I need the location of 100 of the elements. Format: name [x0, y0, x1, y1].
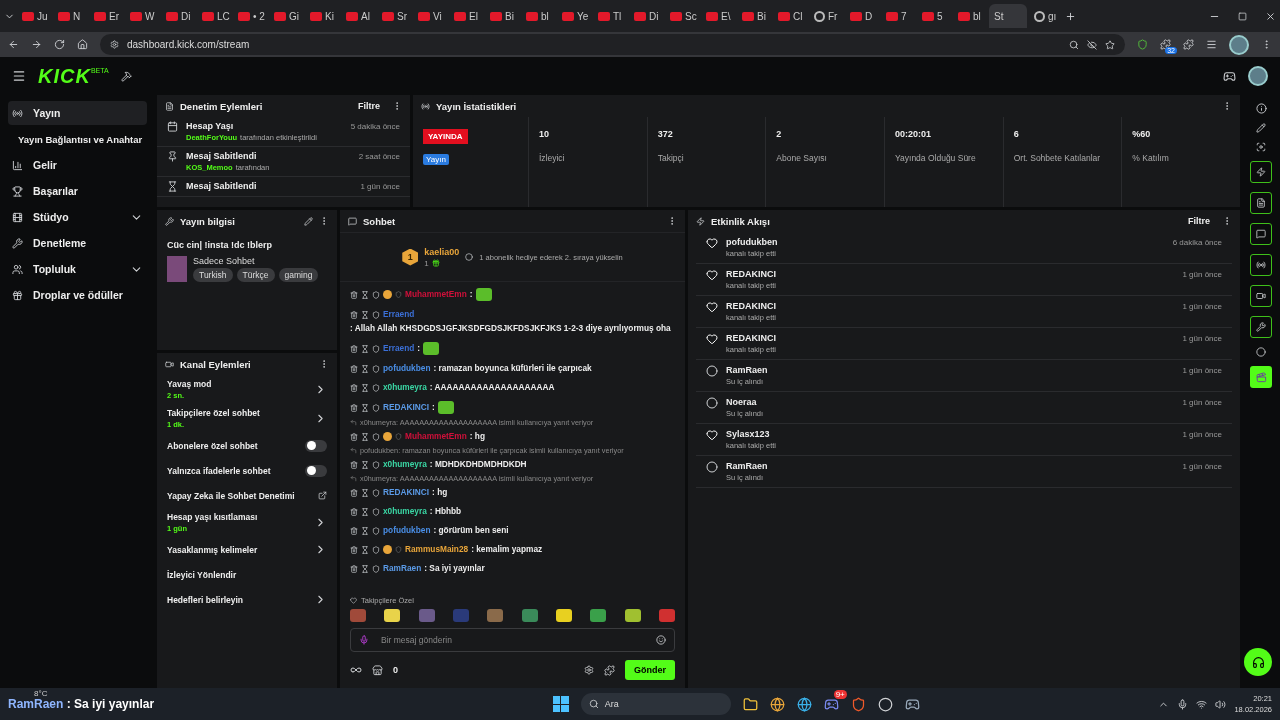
channel-action-item[interactable]: Abonelere özel sohbet [157, 433, 337, 458]
user-name[interactable]: Erraend [383, 343, 415, 354]
browser-tab[interactable]: gı [1029, 4, 1063, 28]
browser-tab[interactable]: Sr [377, 4, 411, 28]
shield-icon[interactable] [372, 526, 380, 535]
forward-icon[interactable] [31, 39, 42, 50]
trash-icon[interactable] [350, 344, 358, 353]
trash-icon[interactable] [350, 488, 358, 497]
user-name[interactable]: pofudukben [383, 363, 431, 374]
browser-tab[interactable]: St [989, 4, 1027, 28]
tag-chip[interactable]: Turkish [193, 268, 233, 282]
browser-tab[interactable]: 7 [881, 4, 915, 28]
zap-button[interactable] [1250, 161, 1272, 183]
shield-icon[interactable] [372, 488, 380, 497]
browser-tab[interactable]: Ju [17, 4, 51, 28]
user-name[interactable]: x0humeyra [383, 506, 427, 517]
clapper-button[interactable] [1250, 366, 1272, 388]
shield-icon[interactable] [372, 403, 380, 412]
browser-tab[interactable]: bl [953, 4, 987, 28]
trash-icon[interactable] [350, 403, 358, 412]
browser-tab[interactable]: Er [89, 4, 123, 28]
puzzle-icon[interactable] [1183, 39, 1194, 50]
hourglass-icon[interactable] [361, 383, 369, 392]
shield-icon[interactable] [372, 460, 380, 469]
browser-tab[interactable]: D [845, 4, 879, 28]
mic-icon[interactable] [1177, 698, 1189, 710]
channel-action-item[interactable]: Yapay Zeka ile Sohbet Denetimi [157, 483, 337, 508]
maximize-icon[interactable] [1238, 11, 1247, 21]
shield-icon[interactable] [372, 364, 380, 373]
toggle-switch[interactable] [305, 439, 327, 452]
browser-tab[interactable]: • 2 [233, 4, 267, 28]
trash-icon[interactable] [350, 383, 358, 392]
hourglass-icon[interactable] [361, 403, 369, 412]
shield-icon[interactable] [372, 432, 380, 441]
sidebar-item[interactable]: Yayın [8, 101, 147, 125]
message-input[interactable]: Bir mesaj gönderin [379, 634, 646, 646]
hourglass-icon[interactable] [361, 432, 369, 441]
camera-button[interactable] [1250, 285, 1272, 307]
emote-image[interactable] [384, 609, 401, 622]
user-name[interactable]: x0humeyra [383, 382, 427, 393]
browser-tab[interactable]: Bi [485, 4, 519, 28]
channel-action-item[interactable]: Yasaklanmış kelimeler [157, 537, 337, 562]
hourglass-icon[interactable] [361, 344, 369, 353]
browser-tab[interactable]: Sc [665, 4, 699, 28]
sidebar-item[interactable]: Gelir [8, 153, 147, 177]
shield-icon[interactable] [372, 545, 380, 554]
browser-tab[interactable]: Vi [413, 4, 447, 28]
close-icon[interactable] [1265, 10, 1276, 22]
star-icon[interactable] [1105, 39, 1115, 50]
edit-icon[interactable] [1256, 123, 1266, 133]
address-bar[interactable]: dashboard.kick.com/stream [100, 34, 1125, 55]
browser-tab[interactable]: N [53, 4, 87, 28]
browser-tab[interactable]: bl [521, 4, 555, 28]
broadcast-button[interactable] [1250, 254, 1272, 276]
browser-tab[interactable]: Di [629, 4, 663, 28]
hourglass-icon[interactable] [361, 488, 369, 497]
info-icon[interactable] [1255, 103, 1267, 114]
volume-icon[interactable] [1215, 698, 1227, 710]
back-icon[interactable] [8, 39, 19, 50]
browser-tab[interactable]: W [125, 4, 159, 28]
reload-icon[interactable] [54, 39, 65, 50]
shield-icon[interactable] [372, 290, 380, 299]
support-button[interactable] [1244, 648, 1272, 676]
folder-icon[interactable] [742, 696, 758, 712]
trash-icon[interactable] [350, 290, 358, 299]
browser-tab[interactable]: Cl [773, 4, 807, 28]
browser-tab[interactable]: 5 [917, 4, 951, 28]
puzzle-icon[interactable] [604, 664, 615, 676]
browser-tab[interactable]: Tl [593, 4, 627, 28]
wrench-button[interactable] [1250, 316, 1272, 338]
emote-image[interactable] [590, 609, 607, 622]
settings-icon[interactable] [584, 665, 594, 675]
kick-logo[interactable]: KICK [38, 64, 91, 88]
sidebar-item[interactable]: Stüdyo [8, 205, 147, 229]
browser-tab[interactable]: Al [341, 4, 375, 28]
browser-icon[interactable] [769, 696, 785, 712]
trash-icon[interactable] [350, 310, 358, 319]
hourglass-icon[interactable] [361, 460, 369, 469]
user-avatar[interactable] [1248, 66, 1268, 86]
shield-icon[interactable] [372, 564, 380, 573]
tag-chip[interactable]: gaming [278, 268, 319, 282]
hourglass-icon[interactable] [361, 526, 369, 535]
chat-button[interactable] [1250, 223, 1272, 245]
trash-icon[interactable] [350, 564, 358, 573]
hourglass-icon[interactable] [361, 564, 369, 573]
filter-button[interactable]: Filtre [1182, 216, 1216, 226]
browser-tab[interactable]: Fr [809, 4, 843, 28]
message-field[interactable]: Bir mesaj gönderin [350, 628, 675, 652]
user-name[interactable]: RammusMain28 [405, 544, 469, 555]
focus-icon[interactable] [1256, 142, 1266, 152]
shield-icon[interactable] [372, 383, 380, 392]
hourglass-icon[interactable] [361, 545, 369, 554]
start-icon[interactable] [552, 696, 569, 712]
sidebar-item[interactable]: Yayın Bağlantısı ve Anahtar [8, 127, 147, 151]
user-name[interactable]: pofudukben [383, 525, 431, 536]
user-name[interactable]: Erraend [383, 309, 415, 320]
user-name[interactable]: RamRaen [383, 563, 422, 574]
hourglass-icon[interactable] [361, 290, 369, 299]
smile-icon[interactable] [656, 635, 666, 645]
sidebar-item[interactable]: Denetleme [8, 231, 147, 255]
